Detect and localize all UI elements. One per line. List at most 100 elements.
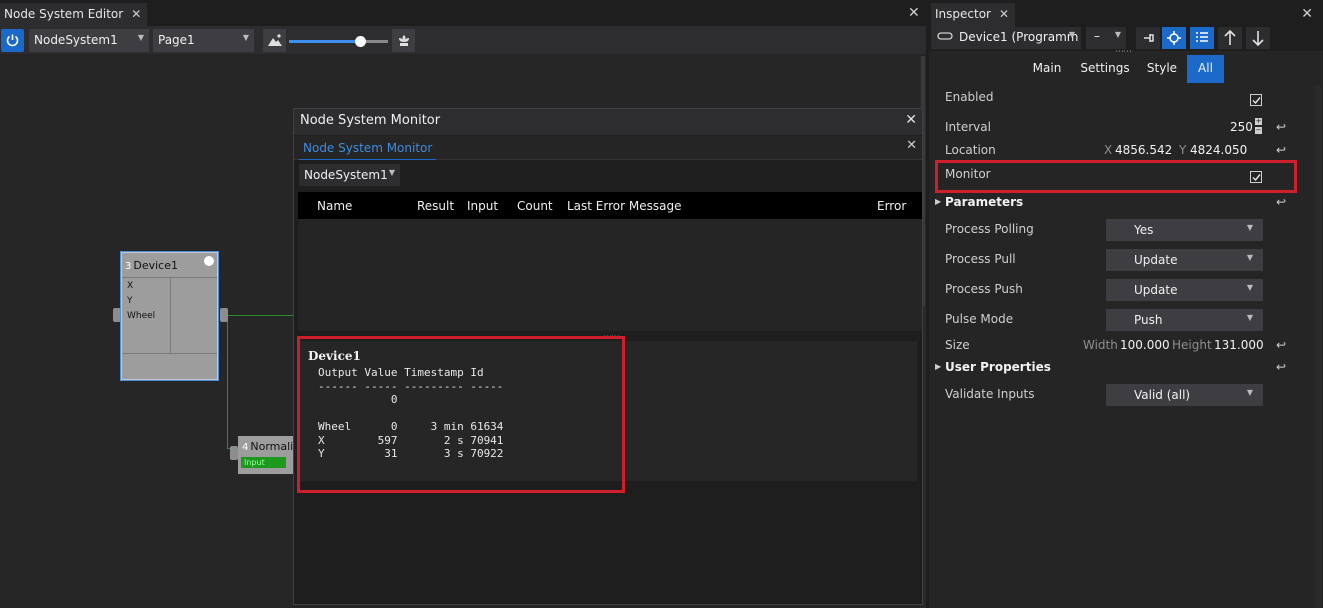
close-icon[interactable]: ✕: [131, 7, 141, 21]
port-wheel[interactable]: Wheel: [127, 309, 155, 324]
target-icon: [1167, 31, 1181, 45]
zoom-slider[interactable]: [289, 36, 388, 47]
node-status-dot: [204, 256, 214, 266]
reset-arrow-icon[interactable]: ↩: [1276, 360, 1286, 374]
checkmark-icon: [1252, 97, 1261, 105]
page-select[interactable]: Page1 ▼: [153, 29, 254, 52]
user-properties-section-header[interactable]: ▶ User Properties: [935, 360, 1051, 374]
reset-arrow-icon[interactable]: ↩: [1276, 143, 1286, 157]
enabled-checkbox[interactable]: [1250, 94, 1262, 106]
tab-style[interactable]: Style: [1142, 55, 1182, 83]
column-header-count[interactable]: Count: [517, 199, 553, 213]
port-x[interactable]: X: [127, 279, 155, 294]
tab-node-system-editor[interactable]: Node System Editor ✕: [0, 3, 148, 27]
node-output-pin[interactable]: [220, 308, 228, 322]
monitor-title: Node System Monitor: [300, 113, 441, 128]
close-icon[interactable]: ✕: [1301, 6, 1313, 22]
flower-icon: [399, 35, 409, 46]
column-header-input[interactable]: Input: [467, 199, 498, 213]
column-header-name[interactable]: Name: [317, 199, 352, 213]
page-select-value: Page1: [158, 33, 195, 47]
parameters-section-header[interactable]: ▶ Parameters: [935, 195, 1024, 209]
validate-inputs-select[interactable]: Valid (all) ▼: [1106, 384, 1263, 406]
locate-button[interactable]: [1162, 27, 1186, 49]
location-x-label: X: [1104, 143, 1113, 157]
location-y-label: Y: [1179, 143, 1187, 157]
column-header-error[interactable]: Error: [877, 199, 906, 213]
power-button[interactable]: [1, 29, 24, 52]
wire: [227, 315, 295, 316]
interval-spinner[interactable]: + −: [1255, 118, 1262, 136]
port-y[interactable]: Y: [127, 294, 155, 309]
close-icon[interactable]: ✕: [905, 112, 917, 128]
spin-down[interactable]: −: [1255, 127, 1262, 134]
node-number: 3: [125, 261, 132, 272]
node-input-pin[interactable]: [230, 446, 238, 460]
inspected-object-select[interactable]: Device1 (Programm ▼: [931, 27, 1081, 49]
pin-button[interactable]: [1136, 27, 1160, 49]
width-value[interactable]: 100.000: [1120, 338, 1170, 352]
close-icon[interactable]: ✕: [908, 5, 920, 21]
node-ports: X Y Wheel: [127, 279, 155, 324]
interval-value[interactable]: 250: [1230, 120, 1253, 134]
normalize-node[interactable]: 4 Normaliz Input: [238, 436, 298, 474]
monitor-title-bar[interactable]: Node System Monitor ✕: [294, 109, 922, 135]
monitor-empty-area: [294, 482, 922, 604]
device1-node[interactable]: 3 Device1 X Y Wheel: [120, 251, 219, 381]
process-pull-label: Process Pull: [945, 252, 1016, 266]
column-header-last-error[interactable]: Last Error Message: [567, 199, 681, 213]
property-enabled: Enabled: [929, 85, 1301, 113]
monitor-grid-body[interactable]: [298, 219, 922, 331]
reset-arrow-icon[interactable]: ↩: [1276, 338, 1286, 352]
process-push-select[interactable]: Update ▼: [1106, 279, 1263, 301]
property-process-pull: Process Pull Update ▼: [929, 247, 1301, 275]
zoom-slider-thumb[interactable]: [354, 36, 366, 47]
node-input-pin[interactable]: [113, 308, 121, 322]
tab-node-system-monitor[interactable]: Node System Monitor: [299, 138, 437, 160]
pulse-mode-value: Push: [1134, 313, 1163, 327]
tab-label: Inspector: [935, 7, 991, 21]
chevron-down-icon: ▼: [1068, 30, 1075, 39]
width-label: Width: [1083, 338, 1118, 352]
process-polling-label: Process Polling: [945, 222, 1034, 236]
location-x-value[interactable]: 4856.542: [1115, 143, 1172, 157]
nodesystem-select[interactable]: NodeSystem1 ▼: [29, 29, 149, 52]
tab-main[interactable]: Main: [1027, 55, 1067, 83]
inspector-panel: Inspector ✕ ✕ Device1 (Programm ▼ – ▼ ⋯⋯…: [929, 0, 1323, 608]
monitor-tab-bar: Node System Monitor ✕: [294, 136, 922, 160]
list-view-button[interactable]: [1190, 27, 1214, 49]
tab-all[interactable]: All: [1187, 55, 1224, 83]
node-input-chip[interactable]: Input: [241, 457, 286, 468]
close-icon[interactable]: ✕: [906, 138, 917, 153]
arrow-up-icon: [1224, 30, 1236, 45]
move-up-button[interactable]: [1218, 27, 1242, 49]
location-y-value[interactable]: 4824.050: [1190, 143, 1247, 157]
tab-settings[interactable]: Settings: [1078, 55, 1132, 83]
process-pull-select[interactable]: Update ▼: [1106, 249, 1263, 271]
process-polling-select[interactable]: Yes ▼: [1106, 219, 1263, 241]
close-icon[interactable]: ✕: [999, 7, 1009, 21]
enabled-label: Enabled: [945, 90, 994, 104]
zoom-in-button[interactable]: [392, 29, 415, 52]
property-process-polling: Process Polling Yes ▼: [929, 217, 1301, 245]
reset-arrow-icon[interactable]: ↩: [1276, 120, 1286, 134]
parameters-label: Parameters: [945, 195, 1024, 209]
tab-inspector[interactable]: Inspector ✕: [931, 3, 1016, 27]
monitor-system-value: NodeSystem1: [304, 168, 388, 182]
monitor-system-select[interactable]: NodeSystem1 ▼: [299, 164, 400, 186]
pulse-mode-select[interactable]: Push ▼: [1106, 309, 1263, 331]
move-down-button[interactable]: [1246, 27, 1270, 49]
inspector-vertical-scrollbar[interactable]: [1315, 85, 1321, 608]
height-label: Height: [1172, 338, 1212, 352]
node-title: 3 Device1: [122, 253, 217, 277]
spin-up[interactable]: +: [1255, 118, 1262, 125]
property-process-push: Process Push Update ▼: [929, 277, 1301, 305]
mode-select[interactable]: – ▼: [1086, 27, 1126, 49]
inspector-tab-bar: Inspector ✕ ✕: [929, 0, 1323, 27]
size-label: Size: [945, 338, 970, 352]
zoom-out-button[interactable]: [263, 29, 286, 52]
column-header-result[interactable]: Result: [417, 199, 454, 213]
process-pull-value: Update: [1134, 253, 1178, 267]
height-value[interactable]: 131.000: [1214, 338, 1264, 352]
reset-arrow-icon[interactable]: ↩: [1276, 195, 1286, 209]
